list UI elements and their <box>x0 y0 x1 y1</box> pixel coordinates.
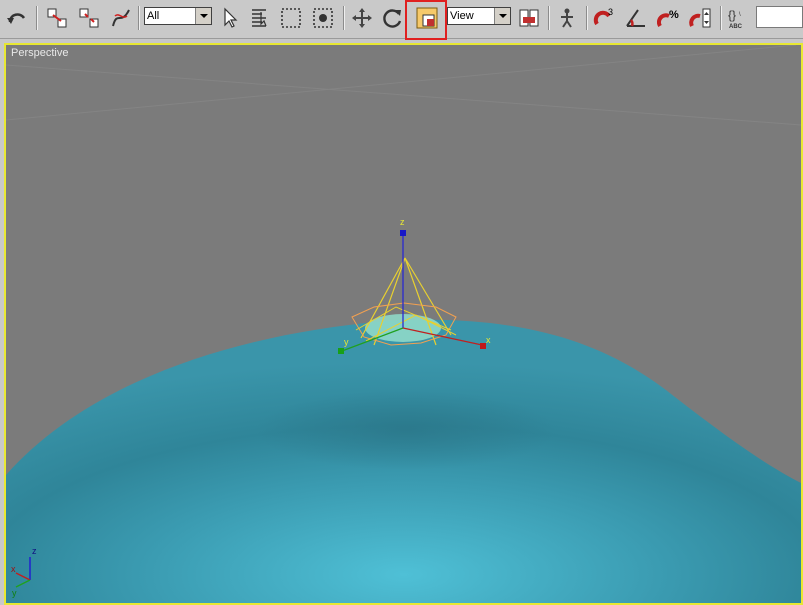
gizmo-z-handle[interactable] <box>400 230 406 236</box>
tripod-x-label: x <box>11 564 16 574</box>
svg-text:\: \ <box>739 12 741 18</box>
toolbar-separator <box>36 6 38 30</box>
snap-3d-label: 3 <box>608 7 613 17</box>
gizmo-x-label: x <box>486 335 491 345</box>
reference-coordinate-value: View <box>450 10 474 22</box>
gizmo-z-label: z <box>400 217 405 227</box>
gizmo-y-label: y <box>344 337 349 347</box>
select-link-icon[interactable] <box>44 5 70 31</box>
svg-text:{}: {} <box>728 8 736 22</box>
move-icon[interactable] <box>349 5 375 31</box>
chevron-down-icon[interactable] <box>494 8 510 24</box>
viewport-label[interactable]: Perspective <box>11 47 68 59</box>
select-object-icon[interactable] <box>217 5 243 31</box>
perspective-viewport[interactable]: z x y z x y Perspective <box>4 43 803 605</box>
named-selection-sets-icon[interactable]: {} \ ABC <box>726 5 752 31</box>
tripod-z-label: z <box>32 546 37 556</box>
tripod-y-label: y <box>12 588 17 598</box>
spinner-snap-icon[interactable] <box>688 5 714 31</box>
gizmo-y-handle[interactable] <box>338 348 344 354</box>
selection-filter-dropdown[interactable]: All <box>144 7 212 25</box>
unlink-icon[interactable] <box>76 5 102 31</box>
viewport-scene: z x y z x y <box>6 45 801 603</box>
toolbar-separator <box>720 6 722 30</box>
manipulate-icon[interactable] <box>554 5 580 31</box>
snap-3d-icon[interactable]: 3 <box>592 5 618 31</box>
toolbar-separator <box>138 6 140 30</box>
toolbar-separator <box>548 6 550 30</box>
percent-snap-icon[interactable]: % <box>656 5 682 31</box>
undo-icon[interactable] <box>4 5 30 31</box>
percent-snap-label: % <box>669 9 679 21</box>
rectangular-selection-icon[interactable] <box>278 5 304 31</box>
chevron-down-icon[interactable] <box>195 8 211 24</box>
angle-snap-icon[interactable] <box>623 5 649 31</box>
grid-line <box>6 45 801 126</box>
bind-spacewarp-icon[interactable] <box>108 5 134 31</box>
window-crossing-icon[interactable] <box>310 5 336 31</box>
toolbar-separator <box>586 6 588 30</box>
selection-filter-value: All <box>147 10 160 22</box>
pivot-center-icon[interactable] <box>516 5 542 31</box>
named-selection-input[interactable] <box>756 6 803 28</box>
main-toolbar: All View 3 % {} \ ABC <box>0 0 803 40</box>
active-tool-highlight <box>405 0 447 40</box>
terrain-shading <box>256 390 556 470</box>
named-selection-label: ABC <box>729 24 743 30</box>
reference-coordinate-dropdown[interactable]: View <box>447 7 511 25</box>
toolbar-separator <box>343 6 345 30</box>
rotate-icon[interactable] <box>380 5 406 31</box>
select-by-name-icon[interactable] <box>247 5 273 31</box>
